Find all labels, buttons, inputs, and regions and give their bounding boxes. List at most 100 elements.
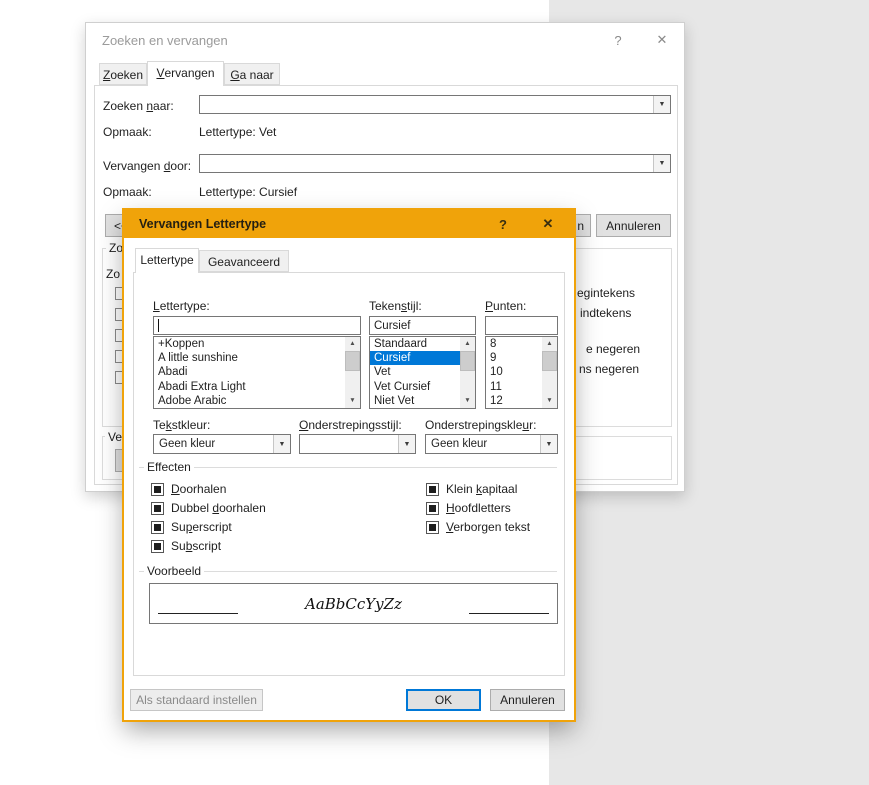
scroll-down-icon[interactable]: ▼ — [460, 394, 475, 408]
font-list-item[interactable]: Abadi — [154, 365, 345, 379]
scroll-thumb[interactable] — [345, 351, 360, 371]
checkbox-label: Subscript — [171, 539, 222, 553]
find-what-combobox[interactable]: ▼ — [199, 95, 671, 114]
size-list-item[interactable]: 12 — [486, 394, 542, 408]
effects-groupline — [139, 467, 557, 468]
help-icon[interactable]: ? — [603, 23, 633, 57]
font-list-item[interactable]: A little sunshine — [154, 351, 345, 365]
close-icon[interactable]: ✕ — [533, 210, 563, 238]
checkbox-label: Dubbel doorhalen — [171, 501, 266, 515]
size-list[interactable]: 8 9 10 11 12 ▲ ▼ — [485, 336, 558, 409]
effects-group-label: Effecten — [144, 460, 194, 474]
size-list-item[interactable]: 9 — [486, 351, 542, 365]
underline-style-label: Onderstrepingsstijl: — [299, 418, 402, 432]
option-label-fragment[interactable]: e negeren — [586, 342, 640, 356]
scroll-up-icon[interactable]: ▲ — [460, 337, 475, 351]
checkbox-box — [426, 520, 439, 534]
replace-with-label: Vervangen door: — [103, 159, 192, 173]
font-name-input[interactable] — [153, 316, 361, 335]
checkbox-subscript[interactable]: Subscript — [151, 539, 221, 553]
size-list-scrollbar[interactable]: ▲ ▼ — [542, 337, 557, 408]
replace-format-label: Opmaak: — [103, 185, 152, 199]
scroll-thumb[interactable] — [542, 351, 557, 371]
font-dialog-title: Vervangen Lettertype — [139, 217, 267, 231]
option-label-fragment[interactable]: indtekens — [580, 306, 631, 320]
scroll-up-icon[interactable]: ▲ — [542, 337, 557, 351]
cancel-button[interactable]: Annuleren — [596, 214, 671, 237]
style-list-scrollbar[interactable]: ▲ ▼ — [460, 337, 475, 408]
help-icon[interactable]: ? — [488, 210, 518, 238]
font-list-item[interactable]: +Koppen — [154, 337, 345, 351]
option-label-fragment[interactable]: egintekens — [577, 286, 635, 300]
chevron-down-icon[interactable]: ▼ — [653, 155, 670, 172]
checkbox-label: Hoofdletters — [446, 501, 511, 515]
checkbox-klein-kapitaal[interactable]: Klein kapitaal — [426, 482, 517, 496]
style-label: Tekenstijl: — [369, 299, 422, 313]
chevron-down-icon[interactable]: ▼ — [398, 435, 415, 453]
font-list-item[interactable]: Abadi Extra Light — [154, 380, 345, 394]
checkbox-box — [151, 482, 164, 496]
font-list[interactable]: +Koppen A little sunshine Abadi Abadi Ex… — [153, 336, 361, 409]
checkbox-label: Superscript — [171, 520, 232, 534]
checkbox-doorhalen[interactable]: Doorhalen — [151, 482, 226, 496]
checkbox-superscript[interactable]: Superscript — [151, 520, 232, 534]
style-list[interactable]: Standaard Cursief Vet Vet Cursief Niet V… — [369, 336, 476, 409]
preview-group-label: Voorbeeld — [144, 564, 205, 578]
tab-geavanceerd[interactable]: Geavanceerd — [199, 250, 289, 272]
style-list-item[interactable]: Standaard — [370, 337, 460, 351]
font-color-value: Geen kleur — [159, 438, 216, 450]
size-list-rows: 8 9 10 11 12 — [486, 337, 542, 408]
replace-format-value: Lettertype: Cursief — [199, 185, 298, 199]
size-list-item[interactable]: 11 — [486, 380, 542, 394]
checkbox-label: Klein kapitaal — [446, 482, 518, 496]
style-list-item[interactable]: Vet — [370, 365, 460, 379]
underline-color-dropdown[interactable]: Geen kleur ▼ — [425, 434, 558, 454]
ok-button[interactable]: OK — [406, 689, 481, 711]
style-list-item[interactable]: Niet Vet — [370, 394, 460, 408]
cancel-button[interactable]: Annuleren — [490, 689, 565, 711]
replace-with-combobox[interactable]: ▼ — [199, 154, 671, 173]
option-label-fragment[interactable]: ns negeren — [579, 362, 639, 376]
find-replace-titlebar[interactable]: Zoeken en vervangen — [86, 23, 684, 57]
checkbox-dubbel-doorhalen[interactable]: Dubbel doorhalen — [151, 501, 266, 515]
tab-lettertype[interactable]: Lettertype — [135, 248, 199, 273]
checkbox-hoofdletters[interactable]: Hoofdletters — [426, 501, 511, 515]
font-list-item[interactable]: Adobe Arabic — [154, 394, 345, 408]
checkbox-box — [151, 539, 164, 553]
style-list-item-selected[interactable]: Cursief — [370, 351, 460, 366]
checkbox-verborgen-tekst[interactable]: Verborgen tekst — [426, 520, 530, 534]
size-label: Punten: — [485, 299, 527, 313]
checkbox-label: Doorhalen — [171, 482, 227, 496]
size-list-item[interactable]: 8 — [486, 337, 542, 351]
style-input-value: Cursief — [374, 319, 411, 332]
tab-ga-naar[interactable]: Ga naar — [224, 63, 280, 85]
screen: Zoeken en vervangen ? ✕ Zoeken Vervangen… — [0, 0, 869, 785]
scroll-up-icon[interactable]: ▲ — [345, 337, 360, 351]
size-input[interactable] — [485, 316, 558, 335]
checkbox-box — [426, 482, 439, 496]
set-as-default-button[interactable]: Als standaard instellen — [130, 689, 263, 711]
font-list-rows: +Koppen A little sunshine Abadi Abadi Ex… — [154, 337, 345, 408]
text-caret — [158, 319, 159, 332]
checkbox-box — [426, 501, 439, 515]
underline-color-label: Onderstrepingskleur: — [425, 418, 537, 432]
style-input[interactable]: Cursief — [369, 316, 476, 335]
font-color-dropdown[interactable]: Geen kleur ▼ — [153, 434, 291, 454]
chevron-down-icon[interactable]: ▼ — [540, 435, 557, 453]
chevron-down-icon[interactable]: ▼ — [653, 96, 670, 113]
close-icon[interactable]: ✕ — [647, 23, 677, 57]
checkbox-box — [151, 501, 164, 515]
tab-zoeken[interactable]: Zoeken — [99, 63, 147, 85]
font-list-scrollbar[interactable]: ▲ ▼ — [345, 337, 360, 408]
preview-text: AaBbCcYyZz — [305, 594, 402, 613]
size-list-item[interactable]: 10 — [486, 365, 542, 379]
underline-style-dropdown[interactable]: ▼ — [299, 434, 416, 454]
replace-font-dialog: Vervangen Lettertype ? ✕ Lettertype Geav… — [124, 210, 574, 720]
chevron-down-icon[interactable]: ▼ — [273, 435, 290, 453]
tab-vervangen[interactable]: Vervangen — [147, 61, 224, 86]
scroll-down-icon[interactable]: ▼ — [542, 394, 557, 408]
style-list-item[interactable]: Vet Cursief — [370, 380, 460, 394]
scroll-thumb[interactable] — [460, 351, 475, 371]
scroll-down-icon[interactable]: ▼ — [345, 394, 360, 408]
find-format-value: Lettertype: Vet — [199, 125, 277, 139]
